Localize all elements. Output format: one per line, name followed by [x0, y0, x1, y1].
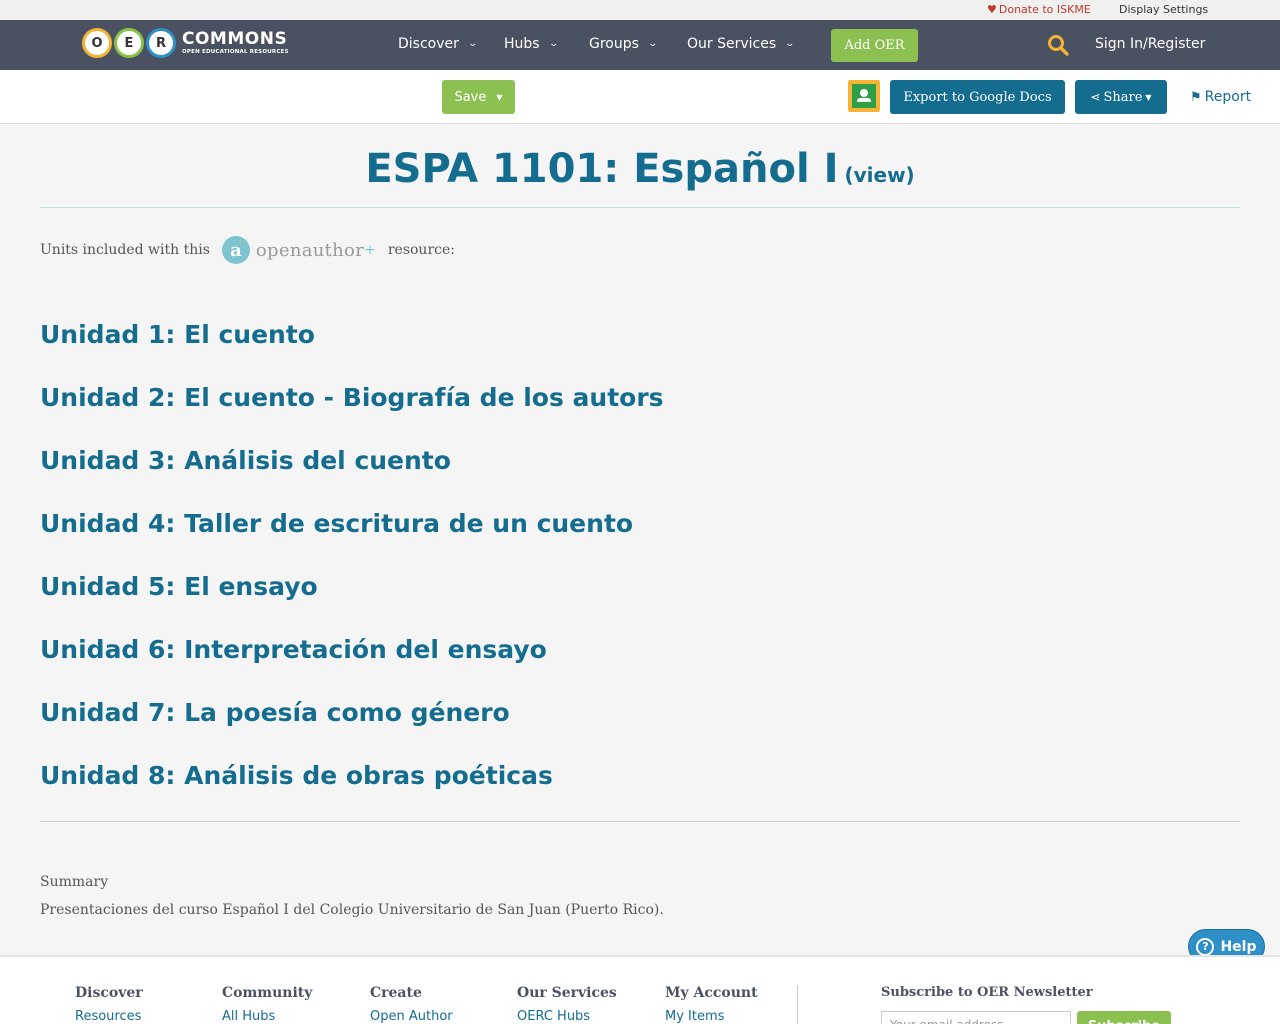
footer-link-resources[interactable]: Resources	[75, 1009, 143, 1024]
nav-our-services[interactable]: Our Services ⌄	[687, 36, 796, 52]
chevron-down-icon: ⌄	[467, 39, 478, 49]
footer-heading: Community	[222, 985, 313, 1001]
unit-link-3[interactable]: Unidad 3: Análisis del cuento	[40, 440, 451, 482]
nav-groups-label: Groups	[589, 36, 639, 52]
list-item: Unidad 6: Interpretación del ensayo	[40, 629, 1140, 692]
footer-link-open-author[interactable]: Open Author	[370, 1009, 453, 1024]
footer-col-our-services: Our Services OERC Hubs	[517, 985, 617, 1024]
footer-col-create: Create Open Author	[370, 985, 453, 1024]
nav-groups[interactable]: Groups ⌄	[589, 36, 658, 52]
logo-tagline: OPEN EDUCATIONAL RESOURCES	[182, 48, 289, 55]
flag-icon: ⚑	[1190, 89, 1202, 105]
display-settings-link[interactable]: Display Settings	[1119, 3, 1208, 16]
units-divider	[40, 821, 1240, 822]
title-divider	[40, 207, 1240, 208]
logo-letter-o: O	[82, 28, 112, 58]
unit-link-7[interactable]: Unidad 7: La poesía como género	[40, 692, 510, 734]
save-label: Save	[454, 89, 487, 105]
summary-text: Presentaciones del curso Español I del C…	[40, 902, 664, 918]
unit-link-6[interactable]: Unidad 6: Interpretación del ensayo	[40, 629, 547, 671]
caret-down-icon: ▼	[496, 92, 503, 102]
plus-icon: +	[364, 242, 376, 258]
logo-letter-e: E	[114, 28, 144, 58]
units-intro-after: resource:	[387, 242, 455, 258]
caret-down-icon: ▼	[1145, 92, 1152, 102]
list-item: Unidad 1: El cuento	[40, 314, 1140, 377]
newsletter-email-input[interactable]: Your email address	[881, 1011, 1071, 1024]
list-item: Unidad 3: Análisis del cuento	[40, 440, 1140, 503]
save-dropdown-button[interactable]: Save ▼	[442, 80, 515, 114]
sign-in-register-link[interactable]: Sign In/Register	[1095, 36, 1205, 52]
nav-hubs[interactable]: Hubs ⌄	[504, 36, 559, 52]
footer-link-my-items[interactable]: My Items	[665, 1009, 758, 1024]
footer-heading: Create	[370, 985, 422, 1001]
unit-link-4[interactable]: Unidad 4: Taller de escritura de un cuen…	[40, 503, 633, 545]
utility-bar: ♥ Donate to ISKME Display Settings	[0, 0, 1280, 20]
google-classroom-button[interactable]	[848, 80, 880, 112]
donate-link[interactable]: ♥ Donate to ISKME	[987, 3, 1091, 16]
view-link[interactable]: (view)	[844, 163, 914, 187]
newsletter-heading: Subscribe to OER Newsletter	[881, 985, 1093, 1000]
footer-heading: My Account	[665, 985, 758, 1001]
list-item: Unidad 8: Análisis de obras poéticas	[40, 755, 1140, 818]
subscribe-button[interactable]: Subscribe	[1077, 1011, 1171, 1024]
page-title-text: ESPA 1101: Español I	[365, 146, 839, 192]
chevron-down-icon: ⌄	[647, 39, 658, 49]
oer-commons-logo[interactable]: O E R COMMONS OPEN EDUCATIONAL RESOURCES	[82, 25, 289, 61]
logo-wordmark: COMMONS OPEN EDUCATIONAL RESOURCES	[182, 28, 289, 56]
nav-our-services-label: Our Services	[687, 36, 777, 52]
share-icon: ⋖	[1090, 90, 1101, 104]
footer: Discover Resources Community All Hubs Cr…	[0, 955, 1280, 1024]
unit-link-1[interactable]: Unidad 1: El cuento	[40, 314, 315, 356]
list-item: Unidad 2: El cuento - Biografía de los a…	[40, 377, 1140, 440]
units-intro-before: Units included with this	[40, 242, 210, 258]
openauthor-wordmark: openauthor	[255, 239, 365, 261]
footer-col-discover: Discover Resources	[75, 985, 143, 1024]
report-link[interactable]: ⚑ Report	[1190, 89, 1251, 105]
footer-col-community: Community All Hubs	[222, 985, 312, 1024]
heart-icon: ♥	[987, 3, 997, 16]
main-nav: O E R COMMONS OPEN EDUCATIONAL RESOURCES…	[0, 20, 1280, 70]
footer-link-all-hubs[interactable]: All Hubs	[222, 1009, 312, 1024]
report-label: Report	[1204, 89, 1252, 105]
add-oer-button[interactable]: Add OER	[831, 29, 918, 62]
chevron-down-icon: ⌄	[784, 39, 796, 49]
search-icon[interactable]	[1047, 34, 1069, 56]
nav-discover-label: Discover	[398, 36, 459, 52]
logo-letter-r: R	[146, 28, 176, 58]
list-item: Unidad 5: El ensayo	[40, 566, 1140, 629]
footer-heading: Discover	[75, 985, 143, 1001]
units-intro: Units included with this a openauthor + r…	[40, 232, 455, 268]
openauthor-a-icon: a	[221, 236, 250, 264]
resource-toolbar: Save ▼ Export to Google Docs ⋖ Share ▼ ⚑ Rep…	[0, 70, 1280, 124]
newsletter-signup: Subscribe to OER Newsletter Your email a…	[881, 985, 1171, 1024]
logo-wordmark-text: COMMONS	[182, 28, 288, 49]
google-classroom-icon	[852, 84, 876, 108]
list-item: Unidad 7: La poesía como género	[40, 692, 1140, 755]
help-label: Help	[1220, 938, 1257, 955]
footer-link-oerc-hubs[interactable]: OERC Hubs	[517, 1009, 617, 1024]
nav-hubs-label: Hubs	[504, 36, 540, 52]
summary-label: Summary	[40, 874, 109, 890]
main-content: ESPA 1101: Español I (view) Units include…	[20, 124, 1260, 954]
list-item: Unidad 4: Taller de escritura de un cuen…	[40, 503, 1140, 566]
page-title: ESPA 1101: Español I (view)	[20, 146, 1260, 192]
unit-list: Unidad 1: El cuento Unidad 2: El cuento …	[40, 314, 1140, 818]
export-google-docs-button[interactable]: Export to Google Docs	[890, 80, 1065, 114]
unit-link-8[interactable]: Unidad 8: Análisis de obras poéticas	[40, 755, 553, 797]
footer-heading: Our Services	[517, 985, 617, 1001]
share-dropdown-button[interactable]: ⋖ Share ▼	[1075, 80, 1167, 114]
chevron-down-icon: ⌄	[548, 39, 559, 49]
question-icon: ?	[1196, 937, 1215, 956]
unit-link-2[interactable]: Unidad 2: El cuento - Biografía de los a…	[40, 377, 664, 419]
footer-divider	[797, 985, 798, 1024]
footer-col-my-account: My Account My Items	[665, 985, 758, 1024]
nav-discover[interactable]: Discover ⌄	[398, 36, 478, 52]
unit-link-5[interactable]: Unidad 5: El ensayo	[40, 566, 318, 608]
donate-label: Donate to ISKME	[998, 3, 1091, 16]
openauthor-logo: a openauthor +	[221, 236, 376, 264]
share-label: Share	[1103, 89, 1143, 105]
